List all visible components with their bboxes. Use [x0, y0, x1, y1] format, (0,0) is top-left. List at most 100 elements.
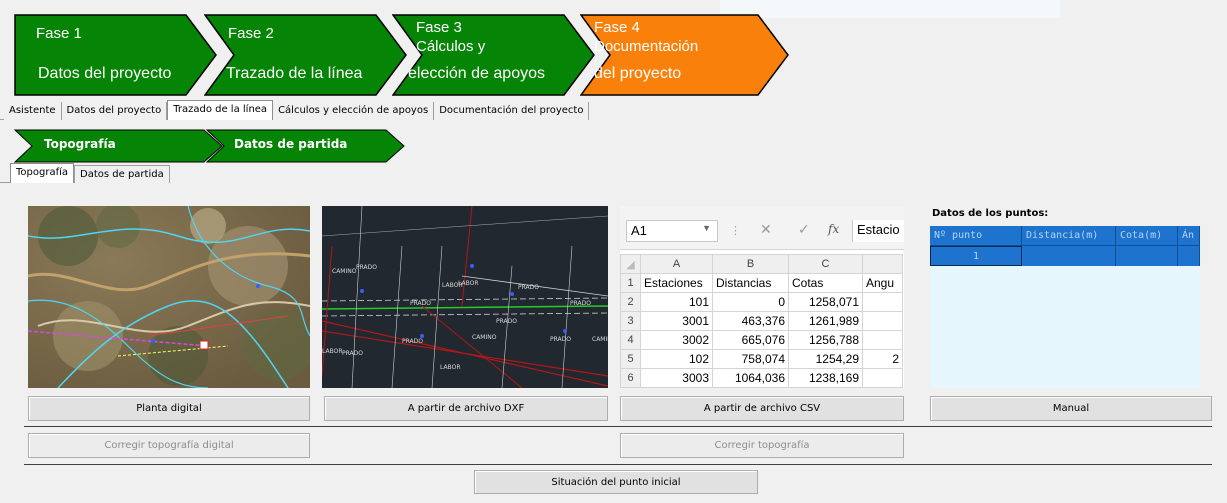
manual-button[interactable]: Manual	[930, 396, 1212, 421]
excel-row: 6 3003 1064,036 1238,169	[620, 368, 903, 388]
grid-header-distancia[interactable]: Distancia(m)	[1022, 226, 1116, 246]
excel-cell	[862, 311, 903, 331]
grid-header-numero[interactable]: Nº punto	[930, 226, 1022, 246]
enter-icon: ✓	[798, 222, 810, 238]
excel-cell: Estaciones	[640, 273, 713, 293]
phase-1-step[interactable]: Fase 1 Datos del proyecto	[14, 14, 218, 96]
phase-4-subtitle: del proyecto	[594, 65, 682, 82]
cad-label: PRADO	[570, 300, 591, 307]
dropdown-icon: ▼	[702, 223, 711, 233]
excel-cell	[862, 368, 903, 388]
excel-cell	[862, 330, 903, 350]
corregir-topografia-digital-button[interactable]: Corregir topografía digital	[28, 433, 310, 458]
phase-3-title: Fase 3 Cálculos y	[416, 19, 486, 55]
separator-line-1	[24, 426, 1212, 427]
phase-1-subtitle: Datos del proyecto	[38, 65, 172, 82]
cad-label: LABOR	[440, 364, 461, 371]
tab-trazado-linea[interactable]: Trazado de la línea	[167, 100, 274, 120]
separator-line-2	[24, 464, 1212, 465]
step-topografia[interactable]: Topografía	[14, 129, 224, 163]
points-panel-title: Datos de los puntos:	[932, 208, 1049, 219]
tab-asistente[interactable]: Asistente	[4, 102, 62, 120]
cad-label: PRADO	[342, 350, 363, 357]
cad-label: CAMINO	[472, 334, 497, 341]
phase-4-title: Fase 4 Documentación	[594, 19, 699, 55]
points-data-grid[interactable]: Nº punto Distancia(m) Cota(m) Án 1	[930, 226, 1200, 388]
tab-datos-proyecto[interactable]: Datos del proyecto	[61, 102, 168, 120]
excel-cell-ref: A1	[631, 223, 647, 238]
excel-row-number: 4	[620, 330, 641, 350]
excel-cell: Distancias	[712, 273, 789, 293]
subtab-topografia[interactable]: Topografía	[10, 163, 75, 183]
grid-header-cota[interactable]: Cota(m)	[1116, 226, 1178, 246]
step-topografia-label: Topografía	[44, 137, 116, 151]
main-tab-bar: Asistente Datos del proyecto Trazado de …	[4, 100, 590, 120]
excel-row-number: 6	[620, 368, 641, 388]
satellite-map-image	[28, 206, 310, 388]
phase-4-step[interactable]: Fase 4 Documentación del proyecto	[580, 14, 790, 96]
excel-cell: Cotas	[788, 273, 863, 293]
cad-label: CAMINO	[592, 336, 608, 343]
excel-col-c: C	[788, 254, 863, 274]
cad-label: LABOR	[322, 348, 343, 355]
dxf-import-button[interactable]: A partir de archivo DXF	[324, 396, 608, 421]
planta-digital-button[interactable]: Planta digital	[28, 396, 310, 421]
excel-row: 5 102 758,074 1254,29 2	[620, 349, 903, 369]
excel-col-d	[862, 254, 903, 274]
function-icon: fx	[828, 222, 840, 236]
excel-cell: 2	[862, 349, 903, 369]
excel-cell: 3002	[640, 330, 713, 350]
excel-cell: 101	[640, 292, 713, 312]
phase-3-subtitle: elección de apoyos	[408, 65, 545, 82]
phase-2-subtitle: Trazado de la línea	[226, 65, 363, 82]
phase-3-step[interactable]: Fase 3 Cálculos y elección de apoyos	[392, 14, 596, 96]
tab-calculos[interactable]: Cálculos y elección de apoyos	[273, 102, 435, 120]
phase-1-title: Fase 1	[36, 25, 82, 42]
excel-row: 2 101 0 1258,071	[620, 292, 903, 312]
cad-label: PRADO	[518, 284, 539, 291]
select-all-icon: ◢	[626, 258, 635, 271]
excel-row-number: 5	[620, 349, 641, 369]
excel-cell: Angu	[862, 273, 903, 293]
excel-col-b: B	[712, 254, 789, 274]
excel-name-box: A1 ▼	[626, 220, 718, 242]
cad-label: PRADO	[496, 318, 517, 325]
situacion-punto-inicial-button[interactable]: Situación del punto inicial	[474, 470, 758, 494]
sub-tab-bar: Topografía Datos de partida	[10, 163, 170, 183]
cad-label: CAMINO	[332, 268, 357, 275]
excel-cell: 1254,29	[788, 349, 863, 369]
cad-label: PRADO	[402, 338, 423, 345]
excel-row-number: 2	[620, 292, 641, 312]
grid-cell-numero[interactable]: 1	[930, 246, 1022, 266]
grid-header-angulo[interactable]: Án	[1178, 226, 1200, 246]
csv-import-button[interactable]: A partir de archivo CSV	[620, 396, 904, 421]
excel-corner: ◢	[620, 254, 641, 274]
cancel-icon: ✕	[760, 222, 772, 238]
excel-cell: 1256,788	[788, 330, 863, 350]
excel-cell: 758,074	[712, 349, 789, 369]
tab-documentacion[interactable]: Documentación del proyecto	[434, 102, 590, 120]
excel-cell: 1261,989	[788, 311, 863, 331]
phase-2-step[interactable]: Fase 2 Trazado de la línea	[204, 14, 408, 96]
excel-row: 3 3001 463,376 1261,989	[620, 311, 903, 331]
excel-formula-value: Estacio	[852, 220, 904, 242]
excel-cell	[862, 292, 903, 312]
excel-cell: 0	[712, 292, 789, 312]
separator-icon: ⋮	[730, 224, 741, 237]
subtab-datos-partida[interactable]: Datos de partida	[74, 165, 170, 183]
excel-row-number: 3	[620, 311, 641, 331]
cad-label: LABOR	[458, 280, 479, 287]
excel-csv-preview: A1 ▼ ⋮ ✕ ✓ fx Estacio ◢ A B C 1 Estacion…	[620, 206, 904, 388]
excel-col-header-row: ◢ A B C	[620, 254, 903, 274]
corregir-topografia-button[interactable]: Corregir topografía	[620, 433, 904, 458]
grid-cell-distancia[interactable]	[1022, 246, 1116, 266]
excel-row: 1 Estaciones Distancias Cotas Angu	[620, 273, 903, 293]
step-datos-partida[interactable]: Datos de partida	[206, 129, 406, 163]
excel-cell: 3003	[640, 368, 713, 388]
excel-sheet: ◢ A B C 1 Estaciones Distancias Cotas An…	[620, 254, 903, 388]
cad-label: PRADO	[410, 300, 431, 307]
grid-cell-cota[interactable]	[1116, 246, 1178, 266]
cad-dxf-image: PRADO LABOR PRADO PRADO PRADO PRADO PRADO PRADO…	[322, 206, 608, 388]
grid-cell-angulo[interactable]	[1178, 246, 1200, 266]
excel-cell: 665,076	[712, 330, 789, 350]
